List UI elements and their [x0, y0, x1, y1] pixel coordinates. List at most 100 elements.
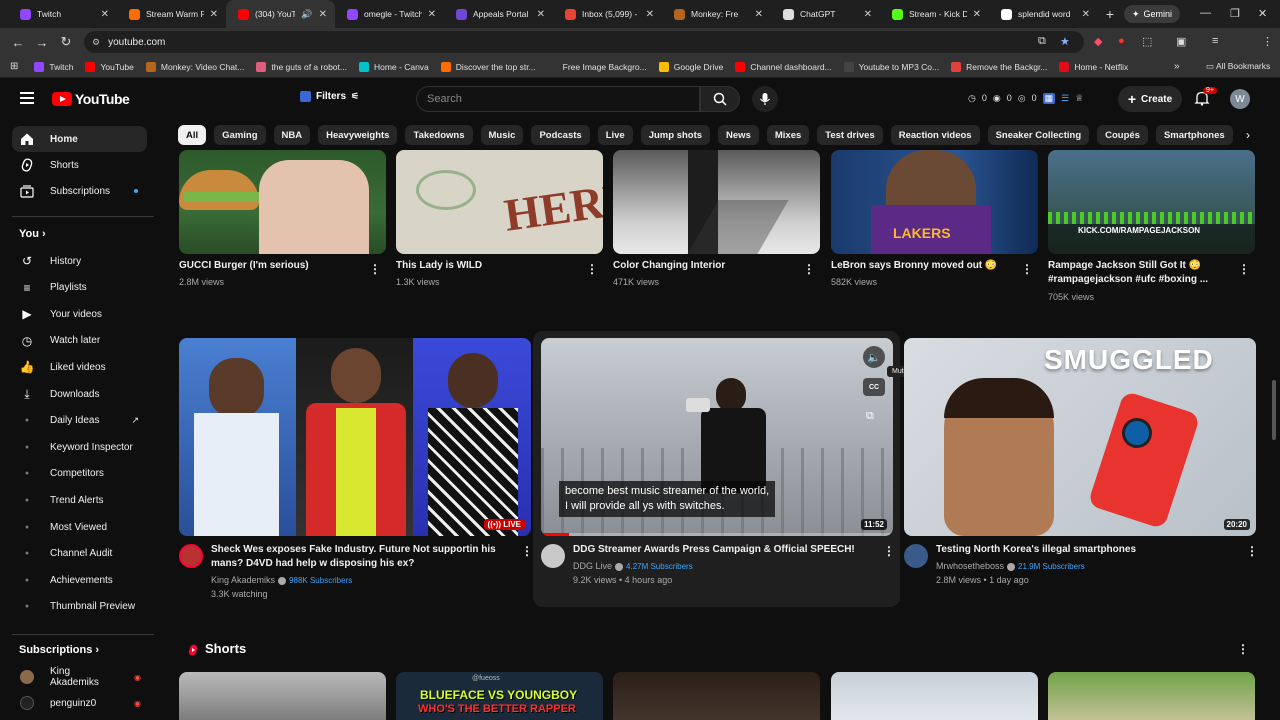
close-window-icon[interactable]: ✕: [1258, 7, 1267, 20]
tab-close-icon[interactable]: ✕: [428, 9, 436, 20]
bookmark-item[interactable]: Google Drive: [653, 61, 730, 72]
tab-close-icon[interactable]: ✕: [755, 9, 763, 20]
more-options-icon[interactable]: ⋮: [803, 262, 815, 276]
video-thumbnail-live[interactable]: ((•)) LIVE: [179, 338, 531, 536]
forward-icon[interactable]: →: [30, 35, 54, 50]
browser-tab[interactable]: Stream Warm Fa ✕: [117, 0, 226, 28]
bookmark-item[interactable]: Channel dashboard...: [729, 61, 837, 72]
sidebar-item-liked-videos[interactable]: 👍 Liked videos: [12, 354, 147, 380]
video-thumbnail[interactable]: KICK.COM/RAMPAGEJACKSON: [1048, 150, 1255, 254]
shorts-more-icon[interactable]: ⋮: [1237, 642, 1249, 656]
sidebar-item-shorts[interactable]: Shorts: [12, 152, 147, 178]
filter-chip[interactable]: Music: [480, 125, 524, 145]
video-title[interactable]: This Lady is WILD: [396, 259, 581, 273]
extension-icon[interactable]: ◆: [1094, 35, 1102, 48]
filter-chip[interactable]: Sneaker Collecting: [987, 125, 1090, 145]
sidebar-item-achievements[interactable]: ● Achievements: [12, 567, 147, 593]
sidebar-item-competitors[interactable]: ● Competitors: [12, 461, 147, 487]
browser-tab[interactable]: ChatGPT ✕: [771, 0, 880, 28]
mute-button[interactable]: 🔈: [863, 346, 885, 368]
filter-chip[interactable]: Gaming: [214, 125, 266, 145]
channel-name[interactable]: Mrwhosetheboss: [936, 561, 1004, 571]
short-thumbnail[interactable]: [179, 672, 386, 720]
bookmark-item[interactable]: the guts of a robot...: [250, 61, 353, 72]
browser-tab[interactable]: Inbox (5,099) - ✕: [553, 0, 662, 28]
trophy-icon[interactable]: ♕: [1075, 93, 1083, 104]
sidebar-item-most-viewed[interactable]: ● Most Viewed: [12, 514, 147, 540]
channel-avatar[interactable]: [904, 544, 928, 568]
tab-close-icon[interactable]: ✕: [1082, 9, 1090, 20]
install-icon[interactable]: ⧉: [1038, 35, 1046, 48]
bookmark-item[interactable]: YouTube: [79, 61, 139, 72]
sidebar-item-channel-audit[interactable]: ● Channel Audit: [12, 541, 147, 567]
video-title[interactable]: Testing North Korea's illegal smartphone…: [936, 543, 1236, 557]
video-thumbnail[interactable]: SMUGGLED 20:20: [904, 338, 1256, 536]
bookmark-item[interactable]: Remove the Backgr...: [945, 61, 1053, 72]
subscriptions-section-heading[interactable]: Subscriptions ›: [19, 644, 99, 656]
more-options-icon[interactable]: ⋮: [369, 262, 381, 276]
bookmark-item[interactable]: Youtube to MP3 Co...: [838, 61, 946, 72]
bookmark-item[interactable]: Discover the top str...: [435, 61, 542, 72]
sidebar-item-daily-ideas[interactable]: ● Daily Ideas ↗: [12, 408, 147, 434]
bookmark-item[interactable]: Home - Canva: [353, 61, 435, 72]
tab-close-icon[interactable]: ✕: [101, 9, 109, 20]
channel-name[interactable]: DDG Live: [573, 561, 612, 571]
video-title[interactable]: Sheck Wes exposes Fake Industry. Future …: [211, 543, 501, 571]
new-tab-button[interactable]: +: [1098, 6, 1122, 22]
filter-chip[interactable]: Mixes: [766, 125, 810, 145]
filter-chip[interactable]: News: [718, 125, 759, 145]
picture-in-picture-icon[interactable]: ⧉: [866, 410, 882, 426]
captions-button[interactable]: CC: [863, 378, 885, 396]
short-thumbnail[interactable]: [613, 672, 820, 720]
apps-grid-icon[interactable]: ⊞: [10, 61, 18, 72]
video-thumbnail[interactable]: HERE: [396, 150, 603, 254]
filter-chip[interactable]: All: [178, 125, 207, 145]
filter-chip[interactable]: Takedowns: [405, 125, 473, 145]
channel-name[interactable]: King Akademiks: [211, 575, 275, 585]
youtube-logo[interactable]: YouTube: [52, 91, 130, 107]
browser-tab[interactable]: Twitch ✕: [8, 0, 117, 28]
short-thumbnail[interactable]: [831, 672, 1038, 720]
voice-search-button[interactable]: [752, 86, 778, 112]
video-title[interactable]: DDG Streamer Awards Press Campaign & Off…: [573, 543, 873, 557]
sidebar-item-watch-later[interactable]: ◷ Watch later: [12, 328, 147, 354]
all-bookmarks-link[interactable]: ▭ All Bookmarks: [1206, 61, 1270, 72]
video-thumbnail[interactable]: [613, 150, 820, 254]
short-thumbnail[interactable]: [1048, 672, 1255, 720]
back-icon[interactable]: ←: [6, 35, 30, 50]
filter-chip[interactable]: Coupés: [1097, 125, 1148, 145]
progress-track[interactable]: [541, 533, 893, 536]
create-button[interactable]: + Create: [1118, 86, 1182, 112]
more-options-icon[interactable]: ⋮: [1238, 262, 1250, 276]
more-options-icon[interactable]: ⋮: [1021, 262, 1033, 276]
sidebar-item-your-videos[interactable]: ▶ Your videos: [12, 301, 147, 327]
tab-audio-icon[interactable]: 🔊: [301, 9, 312, 20]
search-input[interactable]: Search: [416, 86, 700, 112]
more-options-icon[interactable]: ⋮: [883, 544, 895, 558]
filter-chip[interactable]: Reaction videos: [890, 125, 980, 145]
filter-chip[interactable]: Podcasts: [531, 125, 590, 145]
bookmark-item[interactable]: Home - Netflix: [1053, 61, 1134, 72]
sidebar-item-trend-alerts[interactable]: ● Trend Alerts: [12, 487, 147, 513]
media-control-icon[interactable]: ≡: [1212, 35, 1218, 47]
browser-tab[interactable]: Stream - Kick De ✕: [880, 0, 989, 28]
address-bar[interactable]: ⚙ youtube.com: [84, 31, 1084, 53]
filter-chip[interactable]: Live: [597, 125, 633, 145]
sidebar-item-home[interactable]: Home: [12, 126, 147, 152]
hamburger-menu-icon[interactable]: [20, 92, 34, 104]
sidebar-item-subscriptions[interactable]: Subscriptions: [12, 178, 147, 204]
extensions-puzzle-icon[interactable]: ⬚: [1142, 35, 1152, 48]
extension-box-icon[interactable]: ▦: [1042, 93, 1056, 104]
bookmarks-overflow-icon[interactable]: »: [1174, 61, 1180, 72]
reload-icon[interactable]: ↻: [54, 34, 78, 50]
short-thumbnail[interactable]: @fueoss BLUEFACE VS YOUNGBOY WHO'S THE B…: [396, 672, 603, 720]
tab-close-icon[interactable]: ✕: [319, 9, 327, 20]
tab-close-icon[interactable]: ✕: [973, 9, 981, 20]
channel-avatar[interactable]: [541, 544, 565, 568]
search-button[interactable]: [700, 86, 740, 112]
filters-button[interactable]: Filters ⚟: [300, 91, 359, 102]
video-title[interactable]: GUCCI Burger (I'm serious): [179, 259, 364, 273]
video-thumbnail[interactable]: LAKERS: [831, 150, 1038, 254]
browser-tab[interactable]: Monkey: Fre ✕: [662, 0, 771, 28]
bookmark-item[interactable]: Free Image Backgro...: [542, 61, 653, 72]
